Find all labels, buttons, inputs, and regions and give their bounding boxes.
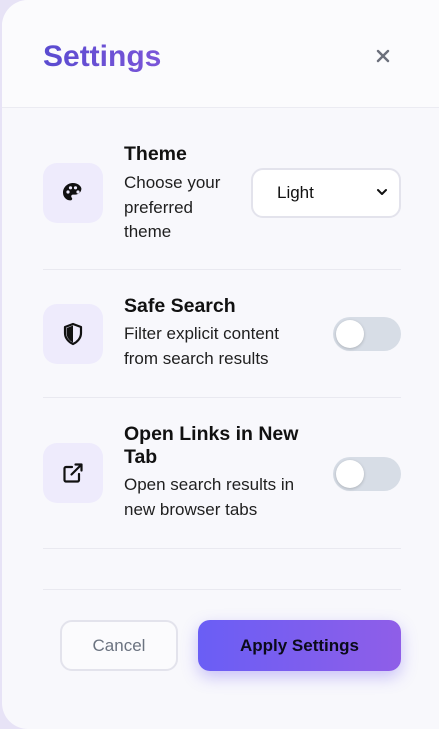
theme-select[interactable]: Light — [251, 168, 401, 218]
external-link-icon — [63, 463, 83, 483]
setting-description-open-links: Open search results in new browser tabs — [124, 475, 295, 519]
divider — [43, 269, 401, 270]
setting-title-safe-search: Safe Search — [124, 295, 236, 317]
setting-title-theme: Theme — [124, 143, 187, 165]
close-icon — [376, 49, 390, 63]
shield-icon — [63, 322, 83, 346]
palette-icon — [63, 183, 82, 201]
settings-header: Settings — [2, 0, 439, 108]
page-title: Settings — [43, 40, 162, 73]
divider — [43, 397, 401, 398]
open-links-toggle[interactable] — [333, 457, 401, 491]
divider — [43, 548, 401, 549]
close-button[interactable] — [371, 44, 395, 68]
chevron-down-icon — [377, 189, 387, 195]
settings-panel: Settings Theme Choose your preferred the… — [2, 0, 439, 729]
setting-description-safe-search: Filter explicit content from search resu… — [124, 324, 279, 368]
palette-icon-box — [43, 163, 103, 223]
setting-title-open-links: Open Links in New Tab — [124, 423, 299, 468]
external-link-icon-box — [43, 443, 103, 503]
shield-icon-box — [43, 304, 103, 364]
apply-settings-button[interactable]: Apply Settings — [198, 620, 401, 671]
safe-search-toggle[interactable] — [333, 317, 401, 351]
setting-description-theme: Choose your preferred theme — [124, 173, 221, 241]
theme-select-value: Light — [277, 183, 314, 202]
footer-divider — [43, 589, 401, 590]
toggle-knob — [336, 460, 364, 488]
toggle-knob — [336, 320, 364, 348]
cancel-button[interactable]: Cancel — [60, 620, 178, 671]
